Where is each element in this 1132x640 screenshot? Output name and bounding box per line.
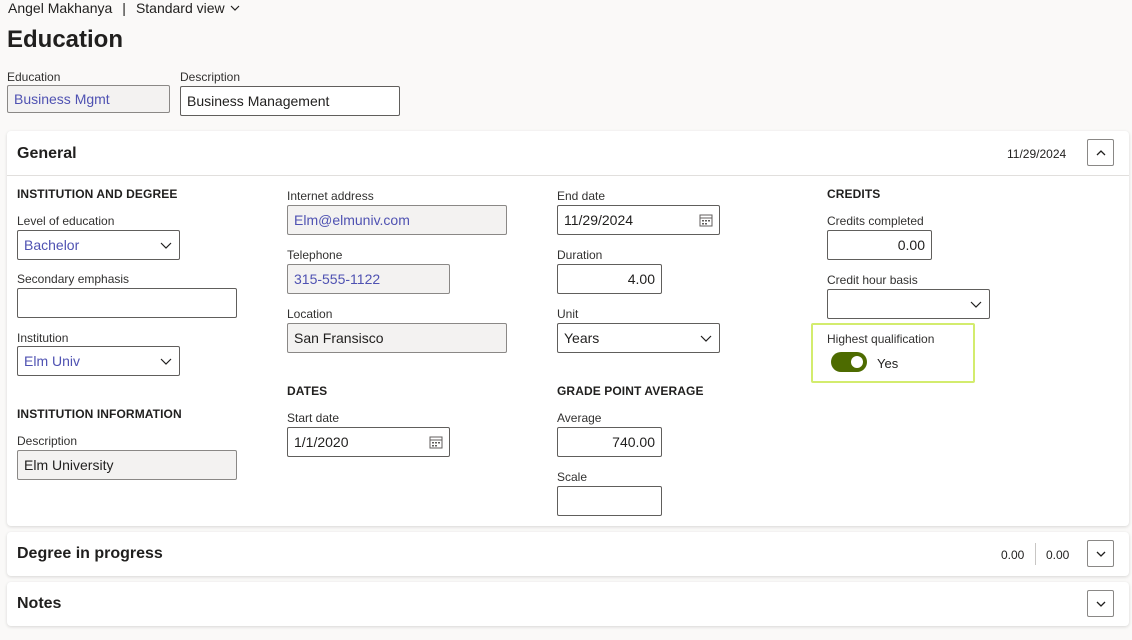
calendar-icon [429,436,443,449]
scale-field[interactable] [557,486,662,516]
description-field[interactable]: Business Management [180,86,400,116]
internet-address-label: Internet address [287,189,374,203]
view-selector-label: Standard view [135,0,225,16]
view-selector[interactable]: Standard view [136,0,241,16]
chevron-up-icon [1096,149,1105,155]
credits-heading: CREDITS [827,187,881,201]
chevron-down-icon [970,301,982,308]
chevron-down-icon [700,335,712,342]
collapse-general-button[interactable] [1087,139,1114,166]
end-date-field[interactable]: 11/29/2024 [557,205,720,235]
credit-hour-basis-select[interactable] [827,289,990,319]
credits-completed-label: Credits completed [827,214,924,228]
start-date-picker[interactable] [429,435,443,449]
general-summary-date: 11/29/2024 [1007,147,1067,161]
expand-notes-button[interactable] [1087,590,1114,617]
general-section-title[interactable]: General [17,145,77,163]
end-date-value: 11/29/2024 [564,212,634,228]
description-label: Description [180,70,241,84]
chevron-down-icon [230,5,240,11]
degree-summary-1: 0.00 [1001,548,1025,562]
location-label: Location [287,307,333,321]
institution-description-field[interactable]: Elm University [17,450,237,480]
credit-hour-basis-label: Credit hour basis [827,273,918,287]
summary-divider [1035,543,1036,565]
secondary-emphasis-field[interactable] [17,288,237,318]
end-date-label: End date [557,189,606,203]
breadcrumb: Angel Makhanya | Standard view [8,0,241,16]
location-field[interactable]: San Fransisco [287,323,507,353]
institution-and-degree-heading: INSTITUTION AND DEGREE [17,187,178,201]
chevron-down-icon [160,242,172,249]
start-date-value: 1/1/2020 [294,434,349,450]
general-divider [7,175,1129,176]
notes-title[interactable]: Notes [17,595,61,613]
level-of-education-value: Bachelor [24,237,80,253]
internet-address-field[interactable]: Elm@elmuniv.com [287,205,507,235]
telephone-field[interactable]: 315-555-1122 [287,264,450,294]
telephone-label: Telephone [287,248,343,262]
start-date-label: Start date [287,411,340,425]
unit-value: Years [564,330,600,346]
calendar-icon [699,214,713,227]
chevron-down-icon [160,358,172,365]
highest-qualification-label: Highest qualification [827,332,935,346]
duration-field[interactable]: 4.00 [557,264,662,294]
level-of-education-select[interactable]: Bachelor [17,230,180,260]
institution-value: Elm Univ [24,353,81,369]
unit-select[interactable]: Years [557,323,720,353]
grade-point-average-heading: GRADE POINT AVERAGE [557,384,704,398]
average-field[interactable]: 740.00 [557,427,662,457]
scale-label: Scale [557,470,588,484]
institution-select[interactable]: Elm Univ [17,346,180,376]
education-label: Education [7,70,61,84]
institution-label: Institution [17,331,69,345]
degree-summary-2: 0.00 [1046,548,1070,562]
secondary-emphasis-label: Secondary emphasis [17,272,130,286]
institution-information-heading: INSTITUTION INFORMATION [17,407,182,421]
toggle-knob [851,356,863,368]
page-title: Education [7,26,124,53]
notes-section: Notes [7,582,1129,626]
end-date-picker[interactable] [699,213,713,227]
dates-heading: DATES [287,384,328,398]
duration-label: Duration [557,248,603,262]
education-field[interactable]: Business Mgmt [7,85,170,113]
breadcrumb-separator: | [122,0,126,16]
institution-description-label: Description [17,434,78,448]
start-date-field[interactable]: 1/1/2020 [287,427,450,457]
degree-in-progress-title[interactable]: Degree in progress [17,545,163,563]
degree-in-progress-section: Degree in progress 0.00 0.00 [7,532,1129,576]
chevron-down-icon [1096,551,1105,557]
highest-qualification-toggle[interactable] [831,352,867,372]
average-label: Average [557,411,602,425]
expand-degree-in-progress-button[interactable] [1087,540,1114,567]
breadcrumb-user: Angel Makhanya [8,0,113,16]
highest-qualification-value: Yes [877,356,899,371]
credits-completed-field[interactable]: 0.00 [827,230,932,260]
chevron-down-icon [1096,601,1105,607]
unit-label: Unit [557,307,579,321]
level-of-education-label: Level of education [17,214,115,228]
